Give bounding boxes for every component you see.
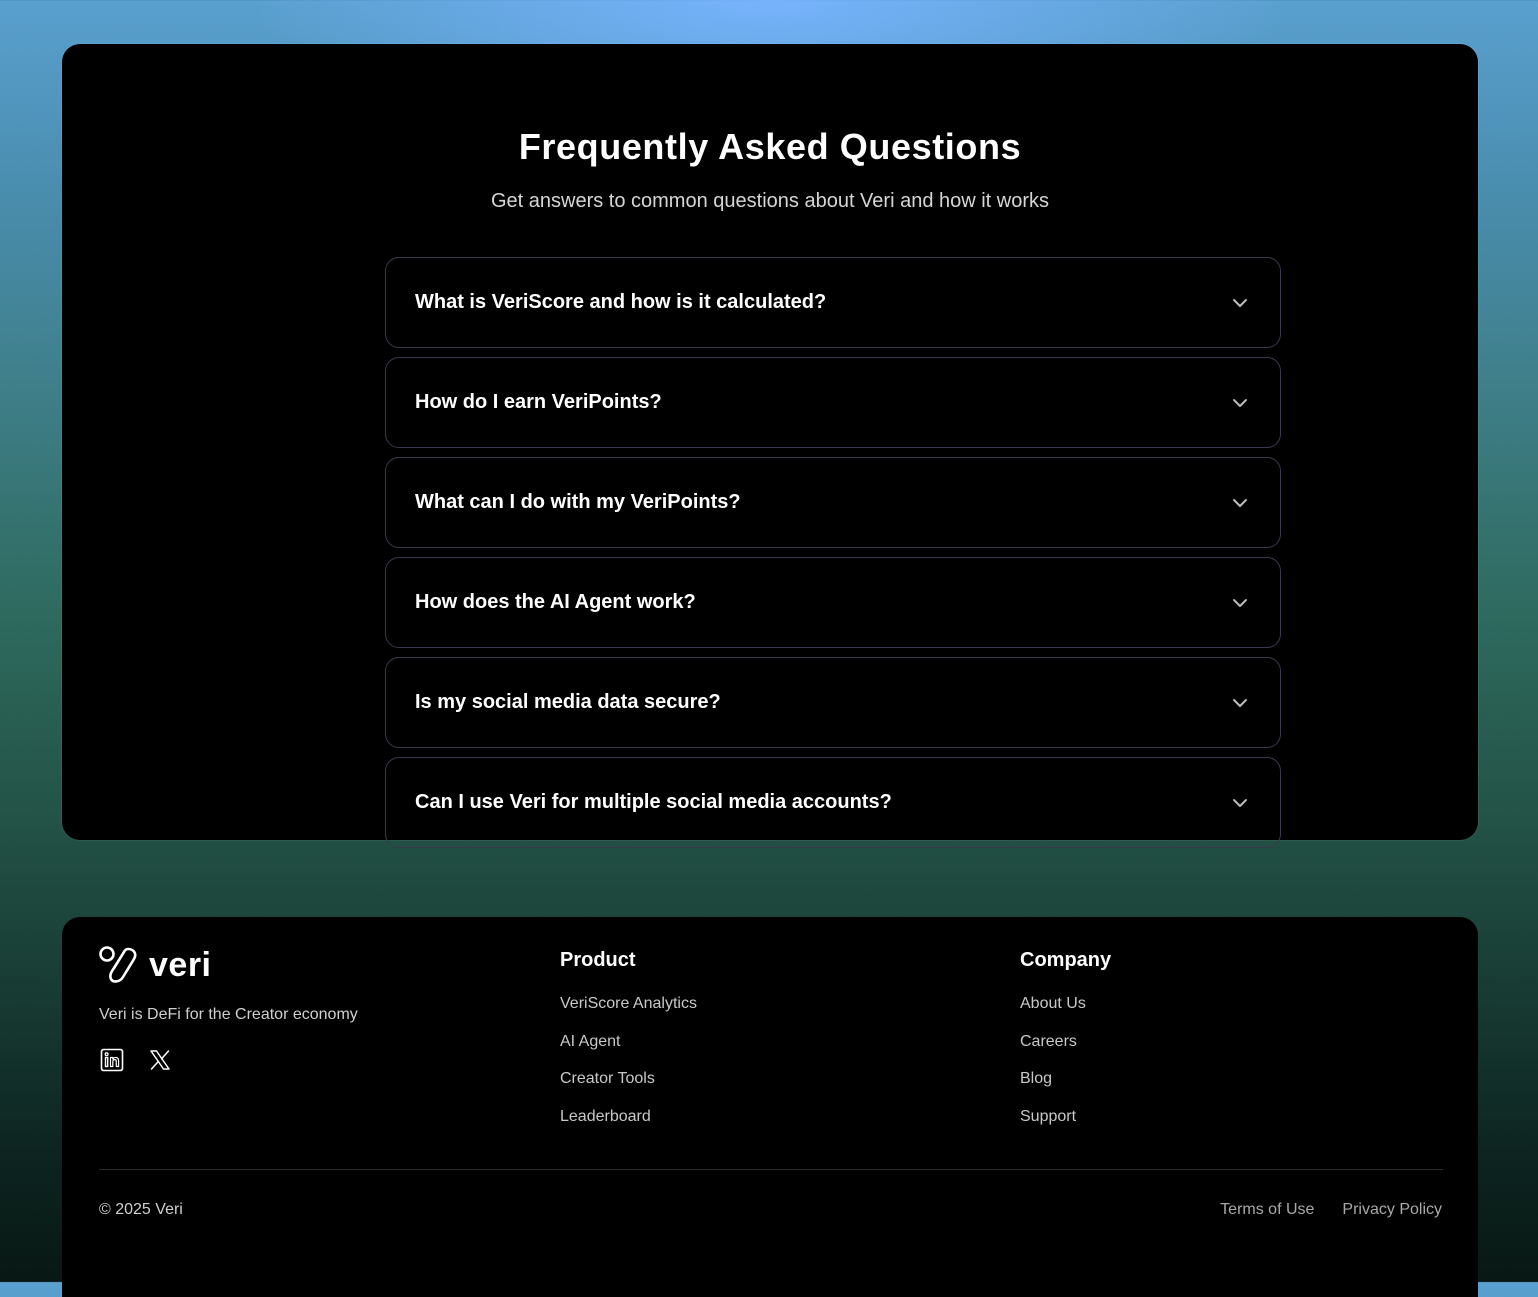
brand-name: veri	[149, 946, 212, 984]
footer-link-about-us[interactable]: About Us	[1020, 994, 1111, 1032]
footer-company-column: Company About Us Careers Blog Support	[1020, 949, 1111, 1144]
footer-link-blog[interactable]: Blog	[1020, 1069, 1111, 1107]
x-icon[interactable]	[147, 1047, 173, 1073]
faq-question: How does the AI Agent work?	[415, 591, 696, 613]
faq-question: Is my social media data secure?	[415, 691, 721, 713]
faq-item[interactable]: How does the AI Agent work?	[385, 557, 1281, 648]
faq-section: Frequently Asked Questions Get answers t…	[62, 44, 1478, 848]
faq-question: What can I do with my VeriPoints?	[415, 491, 741, 513]
linkedin-icon[interactable]	[99, 1047, 125, 1073]
footer-product-column: Product VeriScore Analytics AI Agent Cre…	[560, 949, 697, 1144]
site-footer: veri Veri is DeFi for the Creator econom…	[62, 917, 1478, 1297]
terms-of-use-link[interactable]: Terms of Use	[1220, 1201, 1314, 1219]
chevron-down-icon	[1230, 293, 1250, 313]
social-links	[99, 1047, 173, 1073]
faq-item[interactable]: What is VeriScore and how is it calculat…	[385, 257, 1281, 348]
privacy-policy-link[interactable]: Privacy Policy	[1342, 1201, 1442, 1219]
faq-list: What is VeriScore and how is it calculat…	[385, 257, 1281, 857]
footer-tagline: Veri is DeFi for the Creator economy	[99, 1006, 358, 1023]
brand-logo[interactable]: veri	[99, 945, 212, 985]
faq-subtitle: Get answers to common questions about Ve…	[490, 190, 1050, 212]
footer-link-veriscore-analytics[interactable]: VeriScore Analytics	[560, 994, 697, 1032]
faq-item[interactable]: Is my social media data secure?	[385, 657, 1281, 748]
footer-link-careers[interactable]: Careers	[1020, 1032, 1111, 1070]
faq-question: What is VeriScore and how is it calculat…	[415, 291, 827, 313]
legal-links: Terms of Use Privacy Policy	[1220, 1201, 1442, 1219]
product-heading: Product	[560, 949, 636, 971]
chevron-down-icon	[1230, 793, 1250, 813]
chevron-down-icon	[1230, 693, 1250, 713]
footer-link-support[interactable]: Support	[1020, 1107, 1111, 1145]
faq-item[interactable]: Can I use Veri for multiple social media…	[385, 757, 1281, 848]
faq-question: How do I earn VeriPoints?	[415, 391, 662, 413]
footer-link-creator-tools[interactable]: Creator Tools	[560, 1069, 697, 1107]
faq-title: Frequently Asked Questions	[518, 126, 1022, 167]
chevron-down-icon	[1230, 393, 1250, 413]
faq-item[interactable]: What can I do with my VeriPoints?	[385, 457, 1281, 548]
faq-question: Can I use Veri for multiple social media…	[415, 791, 892, 813]
footer-divider	[99, 1169, 1443, 1170]
footer-link-ai-agent[interactable]: AI Agent	[560, 1032, 697, 1070]
chevron-down-icon	[1230, 593, 1250, 613]
copyright-text: © 2025 Veri	[99, 1201, 183, 1218]
veri-logo-icon	[99, 946, 137, 983]
company-heading: Company	[1020, 949, 1112, 971]
footer-link-leaderboard[interactable]: Leaderboard	[560, 1107, 697, 1145]
chevron-down-icon	[1230, 493, 1250, 513]
faq-item[interactable]: How do I earn VeriPoints?	[385, 357, 1281, 448]
